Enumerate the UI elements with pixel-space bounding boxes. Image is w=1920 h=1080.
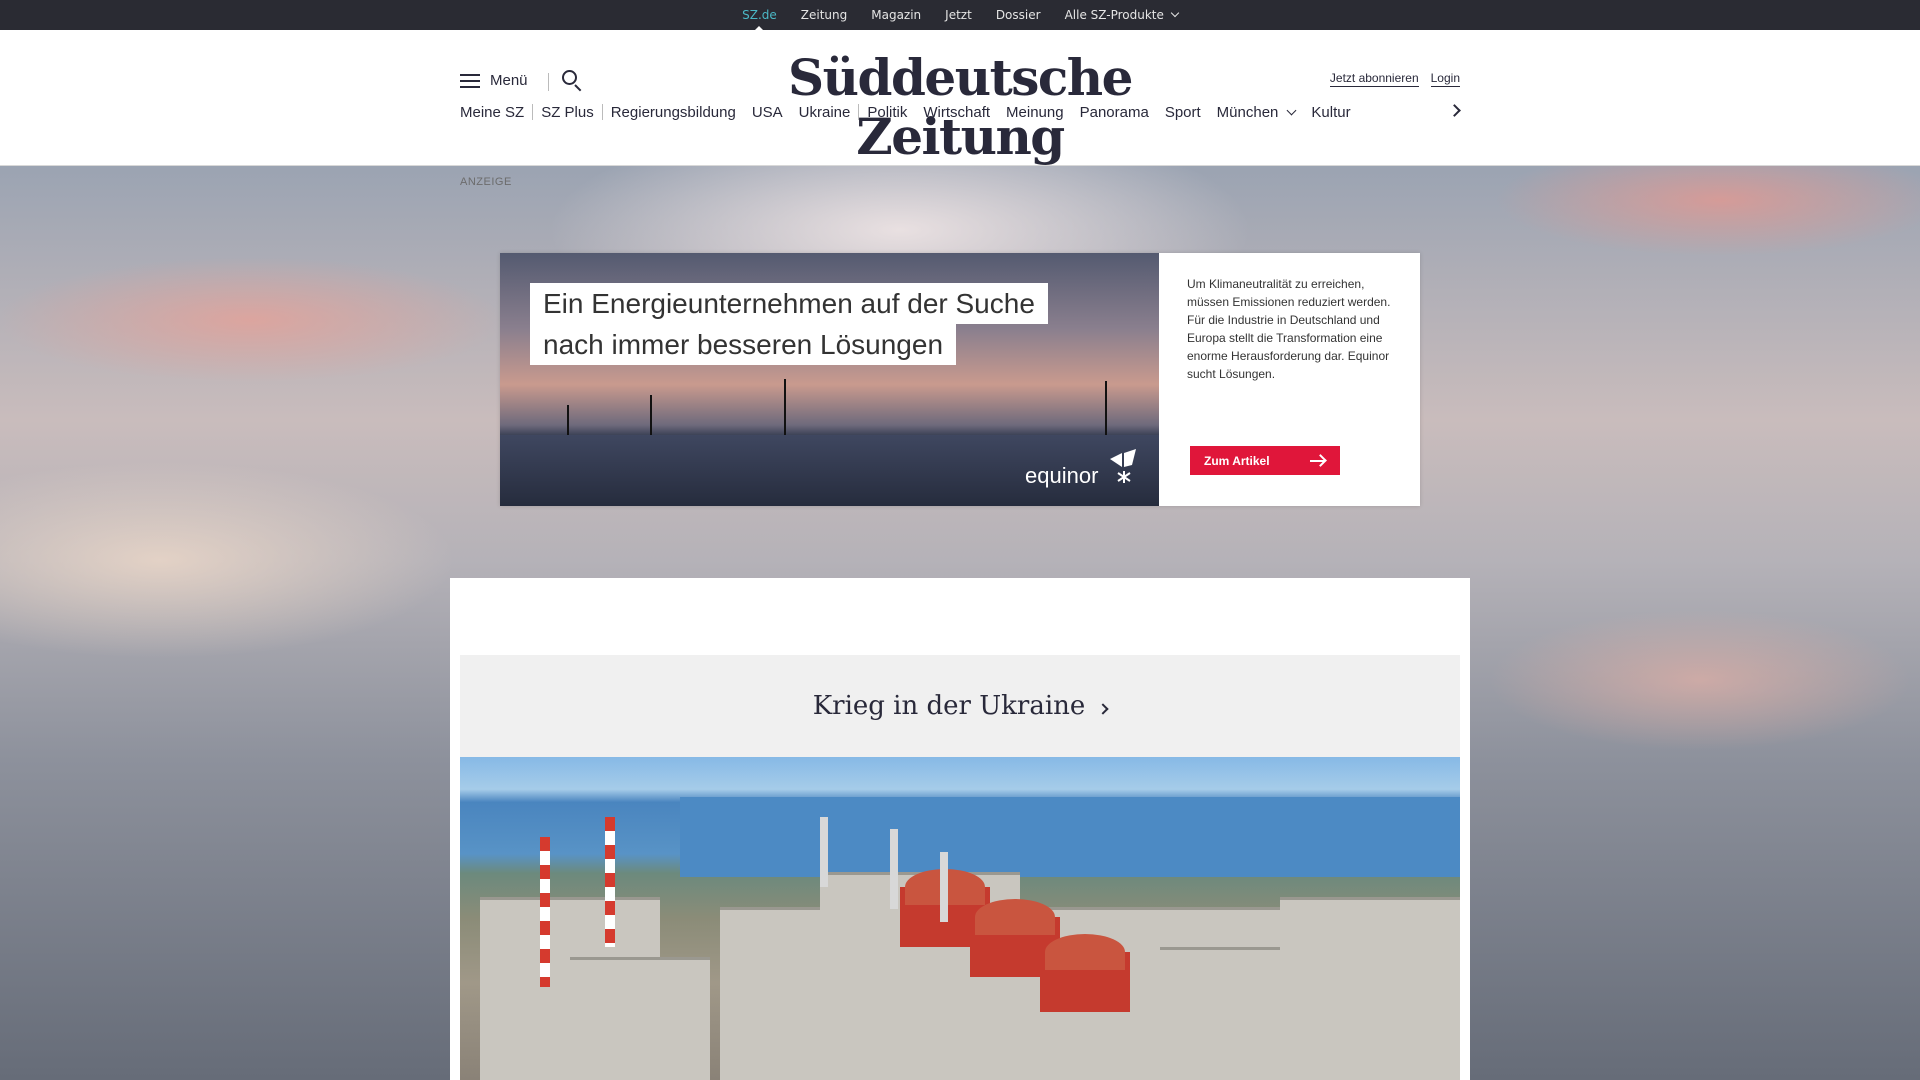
nav-item-meinung[interactable]: Meinung [998,104,1072,121]
nav-item-politik[interactable]: Politik [859,104,915,121]
product-bar: SZ.de Zeitung Magazin Jetzt Dossier Alle… [0,0,1920,31]
topbar-link-jetzt[interactable]: Jetzt [933,0,984,30]
equinor-logo: equinor [1025,463,1099,488]
hamburger-icon [460,73,480,88]
nav-item-meine-sz[interactable]: Meine SZ [460,104,532,121]
chevron-down-icon [1286,105,1297,115]
topbar-link-szde[interactable]: SZ.de [730,0,789,31]
equinor-logo-icon [1110,449,1136,483]
nav-item-kultur[interactable]: Kultur [1303,104,1358,121]
reactor-dome [975,899,1055,935]
chimney [820,817,828,887]
topbar-link-magazin[interactable]: Magazin [859,0,933,30]
chevron-right-icon[interactable] [1448,104,1461,117]
nav-item-ukraine[interactable]: Ukraine [791,104,859,121]
building [1280,897,1460,1080]
advertisement[interactable]: Ein Energieunternehmen auf der Suche nac… [500,253,1420,506]
nav-item-usa[interactable]: USA [744,104,791,121]
nav-item-wirtschaft[interactable]: Wirtschaft [915,104,998,121]
building [570,957,710,1080]
ad-headline-line2: nach immer besseren Lösungen [530,324,957,365]
site-header: Menü Süddeutsche Zeitung Jetzt abonniere… [0,30,1920,166]
reservoir [680,797,1460,877]
chimney [940,852,948,922]
search-icon[interactable] [562,70,584,92]
ad-body-text: Um Klimaneutralität zu erreichen, müssen… [1187,277,1391,381]
subscribe-link[interactable]: Jetzt abonnieren [1329,71,1419,87]
ad-cta-label: Zum Artikel [1204,453,1270,468]
section-title: Krieg in der Ukraine [812,691,1086,721]
chevron-right-icon [1097,703,1109,715]
nav-item-sz-plus[interactable]: SZ Plus [533,104,602,121]
wind-turbine [567,405,569,435]
hero-image[interactable] [460,757,1460,1080]
wind-turbine [1105,381,1107,435]
chimney [540,837,550,987]
section-header[interactable]: Krieg in der Ukraine [460,655,1460,757]
login-link[interactable]: Login [1430,71,1460,87]
wind-turbine [650,395,652,435]
account-links: Jetzt abonnieren Login [1329,71,1460,87]
nav-item-muenchen[interactable]: München [1209,104,1304,121]
main-nav: Meine SZ SZ Plus Regierungsbildung USA U… [460,100,1359,124]
menu-button[interactable]: Menü [460,72,528,89]
chimney [890,829,898,909]
ad-headline: Ein Energieunternehmen auf der Suche nac… [530,283,1048,365]
wind-turbine [784,379,786,435]
ad-cta-button[interactable]: Zum Artikel [1190,446,1340,475]
ad-image: Ein Energieunternehmen auf der Suche nac… [500,253,1159,506]
chevron-down-icon [1170,8,1180,18]
menu-label: Menü [490,72,528,89]
nav-item-muenchen-label: München [1216,103,1279,121]
reactor-dome [1045,934,1125,970]
topbar-link-alle-produkte-label: Alle SZ-Produkte [1064,8,1164,22]
ad-label: ANZEIGE [460,176,512,188]
chimney [605,817,615,947]
topbar-link-alle-produkte[interactable]: Alle SZ-Produkte [1053,0,1190,30]
divider [548,73,549,91]
nav-item-sport[interactable]: Sport [1157,104,1209,121]
topbar-link-zeitung[interactable]: Zeitung [789,0,859,30]
nav-item-regierungsbildung[interactable]: Regierungsbildung [603,104,744,121]
topbar-link-dossier[interactable]: Dossier [984,0,1053,30]
ad-headline-line1: Ein Energieunternehmen auf der Suche [530,283,1048,324]
arrow-right-icon [1310,453,1327,467]
content-area: Krieg in der Ukraine [450,578,1470,1080]
nav-item-panorama[interactable]: Panorama [1072,104,1157,121]
